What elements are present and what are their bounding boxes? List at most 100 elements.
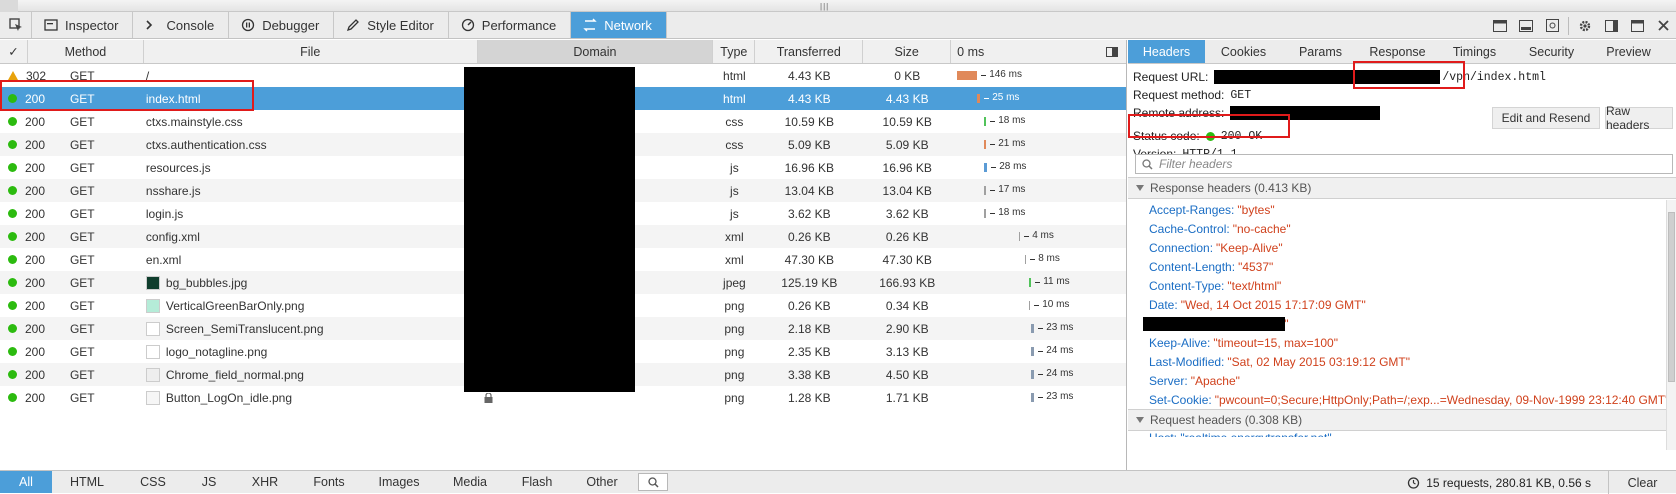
tool-tabs: Inspector Console Debugger Style Editor Perf… [32,12,667,38]
column-waterfall[interactable]: 0 ms [951,40,1126,63]
tab-network[interactable]: Network [571,12,667,38]
status-ok-icon [8,163,17,172]
status-ok-icon [8,255,17,264]
status-code: 200 [25,206,46,221]
collapse-triangle-icon [1136,185,1144,191]
details-tab-preview[interactable]: Preview [1590,40,1667,63]
waterfall-cell: 18 ms [951,110,1126,133]
column-status-check[interactable]: ✓ [0,40,28,63]
file-cell: login.js [144,202,478,225]
filter-flash[interactable]: Flash [504,471,570,493]
status-cell: 200 [0,340,64,363]
filter-xhr[interactable]: XHR [234,471,296,493]
method-cell: GET [69,137,95,152]
request-headers-label: Request headers (0.308 KB) [1150,413,1303,427]
size-cell: 2.90 KB [885,321,929,336]
size-cell: 47.30 KB [882,252,932,267]
filter-all[interactable]: All [0,471,52,493]
search-icon [647,476,659,488]
grip-handle-icon[interactable]: ||| [820,2,829,11]
waterfall-dash [990,213,996,214]
request-headers-section[interactable]: Request headers (0.308 KB) [1128,409,1676,431]
element-picker-button[interactable] [0,12,32,38]
status-ok-icon [8,278,17,287]
response-header-row[interactable]: Content-Type: "text/html" [1128,276,1666,295]
headers-scroll-thumb[interactable] [1668,212,1675,382]
tab-debugger[interactable]: Debugger [229,12,335,38]
tab-performance[interactable]: Performance [449,12,572,38]
details-tab-params[interactable]: Params [1282,40,1359,63]
size-cell: 0.26 KB [885,229,929,244]
status-code: 200 [25,183,46,198]
filter-headers-input[interactable]: Filter headers [1135,154,1673,174]
raw-headers-button[interactable]: Raw headers [1605,104,1673,132]
filter-images[interactable]: Images [362,471,436,493]
dock-side-icon[interactable] [1598,12,1624,39]
collapse-details-icon[interactable] [1106,46,1118,57]
filter-html[interactable]: HTML [52,471,122,493]
status-ok-icon [8,370,17,379]
response-header-row[interactable]: Server: "Apache" [1128,371,1666,390]
filter-css[interactable]: CSS [122,471,184,493]
waterfall-bar [1031,393,1035,402]
type-cell: css [725,114,744,129]
filter-url-button[interactable] [638,473,668,491]
details-tab-response[interactable]: Response [1359,40,1436,63]
request-header-partial: Host: "realtime.energytransfer.net" [1128,431,1332,437]
headers-scrollbar[interactable] [1666,200,1676,450]
dock-window-icon[interactable] [1624,12,1650,39]
waterfall-dash [984,98,990,99]
method-cell: GET [69,275,95,290]
toolbar-right-icons [1487,12,1676,39]
response-header-row[interactable]: Keep-Alive: "timeout=15, max=100" [1128,333,1666,352]
tab-console[interactable]: Console [133,12,230,38]
response-header-row[interactable]: Connection: "Keep-Alive" [1128,238,1666,257]
header-value: "Sat, 02 May 2015 03:19:12 GMT" [1227,354,1410,369]
details-tab-security[interactable]: Security [1513,40,1590,63]
tab-inspector[interactable]: Inspector [32,12,134,38]
column-transferred[interactable]: Transferred [755,40,864,63]
filter-fonts[interactable]: Fonts [296,471,362,493]
response-header-row[interactable]: Last-Modified: "Sat, 02 May 2015 03:19:12… [1128,352,1666,371]
details-tab-headers[interactable]: Headers [1128,40,1205,63]
response-header-row[interactable]: Date: "Wed, 14 Oct 2015 17:17:09 GMT" [1128,295,1666,314]
settings-icon[interactable] [1572,12,1598,39]
response-header-row[interactable]: Cache-Control: "no-cache" [1128,219,1666,238]
column-type[interactable]: Type [713,40,756,63]
header-value: "4537" [1238,259,1274,274]
filter-other[interactable]: Other [570,471,634,493]
response-header-row[interactable]: Accept-Ranges: "bytes" [1128,200,1666,219]
screenshot-icon[interactable] [1539,12,1565,39]
collapse-triangle-icon [1136,417,1144,423]
edit-and-resend-button[interactable]: Edit and Resend [1492,107,1600,129]
status-ok-icon [8,186,17,195]
response-header-row[interactable]: Set-Cookie: "pwcount=0;Secure;HttpOnly;Pa… [1128,390,1666,409]
response-header-row[interactable]: Content-Length: "4537" [1128,257,1666,276]
file-cell: Screen_SemiTranslucent.png [144,317,478,340]
details-tab-cookies[interactable]: Cookies [1205,40,1282,63]
image-thumbnail [145,344,160,359]
method-cell: GET [69,206,95,221]
responsive-icon[interactable] [1513,12,1539,39]
split-console-icon[interactable] [1487,12,1513,39]
transferred-cell: 2.18 KB [787,321,831,336]
filter-js[interactable]: JS [184,471,234,493]
window-grip[interactable]: ||| [0,0,1676,12]
waterfall-cell: 23 ms [951,386,1126,409]
column-size[interactable]: Size [863,40,952,63]
close-icon[interactable] [1650,12,1676,39]
details-tab-timings[interactable]: Timings [1436,40,1513,63]
status-cell: 200 [0,110,64,133]
status-ok-icon [8,393,17,402]
annotation-box-url [1353,61,1465,89]
tab-style-editor[interactable]: Style Editor [334,12,449,38]
request-method-value: GET [1230,88,1252,102]
column-method[interactable]: Method [28,40,144,63]
column-domain[interactable]: Domain [477,40,714,63]
column-file[interactable]: File [144,40,478,63]
response-headers-section[interactable]: Response headers (0.413 KB) [1128,177,1676,199]
filter-media[interactable]: Media [436,471,504,493]
response-headers-list: Accept-Ranges: "bytes" Cache-Control: "no-c… [1128,200,1666,428]
clear-button[interactable]: Clear [1608,471,1676,494]
response-header-row[interactable]: Etag:" " [1128,314,1666,333]
